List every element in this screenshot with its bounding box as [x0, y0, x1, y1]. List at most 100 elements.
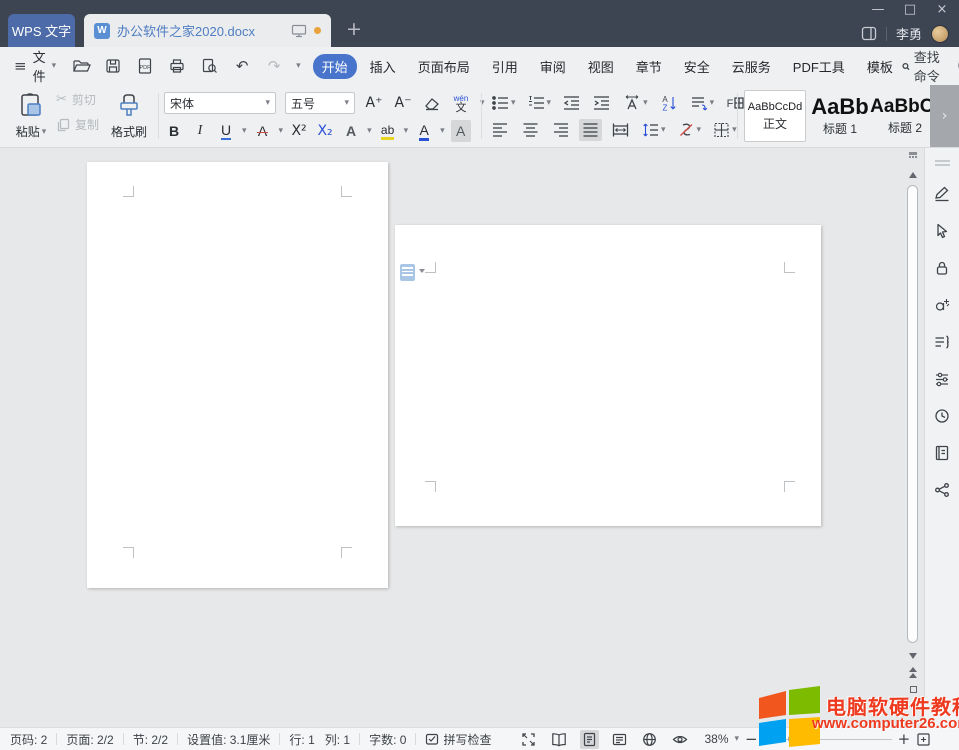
document-page-2[interactable] [395, 225, 821, 526]
font-color-button[interactable]: A [414, 120, 434, 142]
select-browse-object-button[interactable] [907, 686, 919, 693]
char-scale-button[interactable]: ▾ [620, 92, 650, 114]
tab-insert[interactable]: 插入 [361, 54, 405, 79]
char-shading-button[interactable]: A [451, 120, 471, 142]
highlight-button[interactable]: ab [378, 120, 398, 142]
document-page-1[interactable] [87, 162, 388, 588]
format-painter-button[interactable]: 格式刷 [104, 88, 154, 144]
sort-button[interactable]: A Z [657, 92, 680, 114]
scroll-up-button[interactable] [907, 172, 919, 178]
bullet-list-button[interactable]: ▾ [489, 92, 518, 114]
clear-format-button[interactable] [422, 92, 442, 114]
distribute-button[interactable] [609, 119, 632, 141]
tab-section[interactable]: 章节 [627, 54, 671, 79]
status-page-number[interactable]: 页码: 2 [10, 731, 47, 748]
scrollbar-split-widget[interactable] [907, 152, 919, 158]
scrollbar-thumb[interactable] [907, 185, 918, 643]
zoom-slider-handle[interactable] [788, 734, 798, 744]
minimize-button[interactable]: — [869, 2, 887, 17]
translate-icon[interactable] [933, 296, 951, 314]
quick-access-dropdown-icon[interactable]: ▾ [296, 61, 301, 71]
tab-references[interactable]: 引用 [483, 54, 527, 79]
open-file-button[interactable] [72, 57, 92, 75]
tab-review[interactable]: 审阅 [531, 54, 575, 79]
strikethrough-button[interactable]: A [253, 120, 273, 142]
text-effects-dropdown-icon[interactable]: ▾ [367, 126, 372, 136]
tab-page-layout[interactable]: 页面布局 [409, 54, 479, 79]
status-page-count[interactable]: 页面: 2/2 [66, 731, 113, 748]
zoom-slider[interactable] [764, 732, 892, 746]
shading-button[interactable]: ▾ [675, 119, 704, 141]
cut-button[interactable]: ✂ 剪切 [56, 91, 99, 108]
print-preview-button[interactable] [200, 57, 220, 75]
superscript-button[interactable]: X² [289, 120, 309, 142]
increase-font-button[interactable]: A⁺ [364, 92, 384, 114]
document-tab[interactable]: W 办公软件之家2020.docx [84, 14, 331, 47]
decrease-indent-button[interactable] [560, 92, 583, 114]
font-name-select[interactable]: 宋体 ▾ [164, 92, 276, 114]
toggle-sidebar-icon[interactable] [861, 26, 877, 41]
zoom-dropdown-icon[interactable]: ▾ [735, 734, 740, 744]
highlight-dropdown-icon[interactable]: ▾ [404, 126, 409, 136]
increase-indent-button[interactable] [590, 92, 613, 114]
share-icon[interactable] [933, 481, 951, 499]
subscript-button[interactable]: X₂ [315, 120, 335, 142]
notebook-icon[interactable] [933, 444, 951, 462]
borders-button[interactable]: ▾ [710, 119, 739, 141]
style-normal[interactable]: AaBbCcDd 正文 [744, 90, 806, 142]
tab-home[interactable]: 开始 [313, 54, 357, 79]
align-justify-button[interactable] [579, 119, 602, 141]
vertical-scrollbar[interactable] [905, 150, 921, 710]
numbered-list-button[interactable]: ▾ [525, 92, 554, 114]
tab-security[interactable]: 安全 [675, 54, 719, 79]
book-view-button[interactable] [549, 730, 569, 749]
save-button[interactable] [104, 57, 124, 75]
export-pdf-button[interactable]: PDF [136, 57, 156, 75]
bold-button[interactable]: B [164, 120, 184, 142]
zoom-level[interactable]: 38% [704, 732, 728, 746]
pen-edit-icon[interactable] [933, 185, 951, 203]
redo-button[interactable]: ↷ [264, 57, 284, 75]
zoom-out-button[interactable]: − [745, 730, 758, 748]
style-heading1[interactable]: AaBb 标题 1 [809, 90, 871, 142]
properties-sliders-icon[interactable] [933, 370, 951, 388]
underline-dropdown-icon[interactable]: ▾ [242, 126, 247, 136]
fullscreen-view-button[interactable] [519, 730, 538, 749]
pinyin-guide-button[interactable]: wén 文 [451, 92, 471, 114]
page-settings-float-icon[interactable] [400, 264, 415, 281]
align-center-button[interactable] [519, 119, 542, 141]
status-setting-value[interactable]: 设置值: 3.1厘米 [187, 731, 270, 748]
find-command-search[interactable]: 查找命令 [902, 47, 941, 85]
maximize-button[interactable]: □ [901, 2, 919, 17]
share-to-screen-icon[interactable] [291, 23, 307, 39]
lock-icon[interactable] [933, 259, 951, 277]
file-menu[interactable]: ≡ 文件 ▾ [14, 47, 56, 85]
avatar[interactable] [931, 25, 949, 43]
close-button[interactable]: × [933, 2, 951, 17]
zoom-in-button[interactable]: + [898, 730, 911, 748]
paste-button[interactable]: 粘贴▾ [8, 88, 54, 144]
undo-button[interactable]: ↶ [232, 57, 252, 75]
sidebar-drag-handle[interactable] [935, 160, 950, 166]
font-color-dropdown-icon[interactable]: ▾ [440, 126, 445, 136]
navigation-pane-icon[interactable] [933, 333, 951, 351]
outline-view-button[interactable] [610, 730, 629, 749]
cursor-select-icon[interactable] [933, 222, 951, 240]
align-left-button[interactable] [489, 119, 512, 141]
new-tab-button[interactable]: + [346, 20, 362, 39]
app-tab-wps[interactable]: WPS 文字 [8, 14, 75, 47]
eye-protection-button[interactable] [670, 730, 690, 749]
text-effects-button[interactable]: A [341, 120, 361, 142]
strikethrough-dropdown-icon[interactable]: ▾ [279, 126, 284, 136]
paragraph-layout-button[interactable]: ▾ [687, 92, 717, 114]
spell-check-button[interactable]: 拼写检查 [425, 731, 491, 748]
font-size-select[interactable]: 五号 ▾ [285, 92, 355, 114]
page-settings-dropdown-icon[interactable] [419, 269, 425, 273]
line-spacing-button[interactable]: ▾ [639, 119, 668, 141]
copy-button[interactable]: 复制 [56, 116, 99, 133]
align-right-button[interactable] [549, 119, 572, 141]
tab-templates[interactable]: 模板 [858, 54, 902, 79]
fit-page-icon[interactable] [916, 732, 931, 747]
decrease-font-button[interactable]: A⁻ [393, 92, 413, 114]
status-section[interactable]: 节: 2/2 [133, 731, 168, 748]
